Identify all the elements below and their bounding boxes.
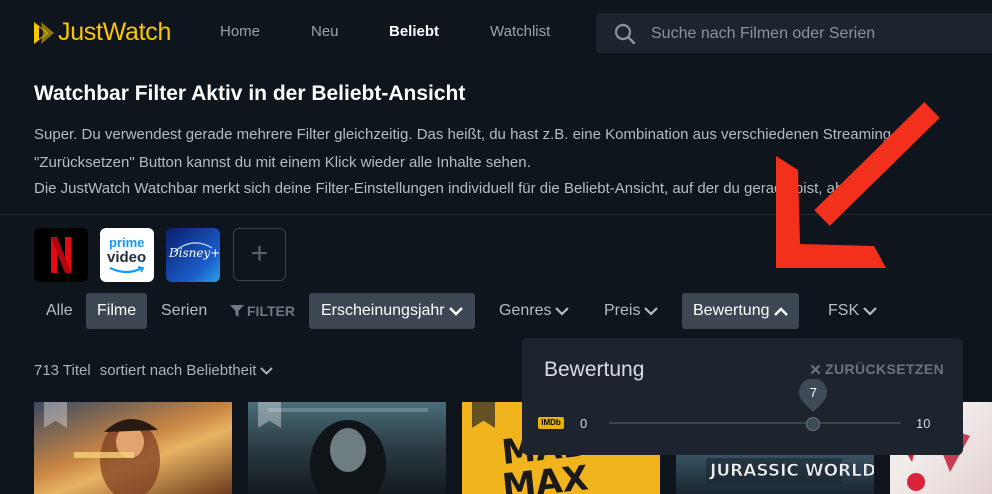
filter-label-text: FILTER xyxy=(247,303,295,319)
nav-watchlist[interactable]: Watchlist xyxy=(490,23,550,40)
type-alle[interactable]: Alle xyxy=(36,293,83,329)
funnel-icon xyxy=(230,305,244,317)
info-line-2: "Zurücksetzen" Button kannst du mit eine… xyxy=(34,154,531,171)
dropdown-preis-label: Preis xyxy=(604,302,641,319)
close-icon xyxy=(810,364,821,374)
section-divider xyxy=(0,214,992,215)
reset-button[interactable]: ZURÜCKSETZEN xyxy=(810,361,944,377)
prime-logo-line1: prime xyxy=(109,235,145,250)
nav-beliebt[interactable]: Beliebt xyxy=(389,23,439,40)
chevron-up-icon xyxy=(773,306,788,316)
type-filme[interactable]: Filme xyxy=(86,293,148,329)
rating-value: 7 xyxy=(809,385,817,400)
dropdown-bewertung[interactable]: Bewertung xyxy=(682,293,799,329)
sort-dropdown[interactable]: sortiert nach Beliebtheit xyxy=(100,362,257,379)
popover-caret xyxy=(522,338,963,455)
dropdown-genres[interactable]: Genres xyxy=(488,293,580,329)
justwatch-logo[interactable]: JustWatch xyxy=(34,18,171,47)
search-bar[interactable]: Suche nach Filmen oder Serien xyxy=(596,13,992,53)
logo-text: JustWatch xyxy=(58,18,172,46)
prime-logo-line2: video xyxy=(107,249,147,266)
chevron-down-icon xyxy=(555,306,570,316)
provider-disney-plus[interactable]: Disney+ xyxy=(166,228,220,282)
results-summary: 713 Titel sortiert nach Beliebtheit xyxy=(34,362,274,379)
top-header: JustWatch Home Neu Beliebt Watchlist Suc… xyxy=(0,0,992,66)
dropdown-preis[interactable]: Preis xyxy=(593,293,669,329)
type-serien[interactable]: Serien xyxy=(151,293,217,329)
reset-label: ZURÜCKSETZEN xyxy=(825,361,945,377)
disney-arc-icon xyxy=(173,242,213,253)
search-icon xyxy=(614,23,636,45)
rating-value-bubble: 7 xyxy=(798,378,828,413)
dropdown-genres-label: Genres xyxy=(499,302,552,319)
results-count: 713 Titel xyxy=(34,362,91,379)
dropdown-fsk[interactable]: FSK xyxy=(817,293,888,329)
filter-label: FILTER xyxy=(230,303,295,319)
justwatch-logo-icon xyxy=(34,21,54,44)
netflix-logo-icon xyxy=(51,237,71,273)
dropdown-erscheinungsjahr[interactable]: Erscheinungsjahr xyxy=(309,293,475,329)
dropdown-erscheinungsjahr-label: Erscheinungsjahr xyxy=(321,302,445,319)
slider-min-label: 0 xyxy=(580,416,588,431)
dropdown-fsk-label: FSK xyxy=(828,302,860,319)
rating-popover-title: Bewertung xyxy=(544,358,645,381)
poster-the-dark-knight[interactable] xyxy=(248,402,446,494)
add-provider-button[interactable]: + xyxy=(233,228,286,281)
chevron-down-icon xyxy=(644,306,659,316)
info-title: Watchbar Filter Aktiv in der Beliebt-Ans… xyxy=(34,82,466,105)
info-line-1: Super. Du verwendest gerade mehrere Filt… xyxy=(34,126,892,143)
nav-home[interactable]: Home xyxy=(220,23,260,40)
chevron-down-icon xyxy=(260,366,274,375)
chevron-down-icon xyxy=(863,306,877,316)
slider-max-label: 10 xyxy=(916,416,931,431)
dropdown-bewertung-label: Bewertung xyxy=(693,302,770,319)
poster-wonder-woman[interactable] xyxy=(34,402,232,494)
poster-title: JURASSIC WORLD xyxy=(709,461,874,481)
chevron-down-icon xyxy=(448,306,463,316)
imdb-logo: IMDb xyxy=(538,417,564,429)
provider-prime-video[interactable]: prime video xyxy=(100,228,154,282)
provider-netflix[interactable] xyxy=(34,228,88,282)
prime-smile-icon xyxy=(109,266,145,274)
plus-icon: + xyxy=(250,237,269,270)
nav-neu[interactable]: Neu xyxy=(311,23,339,40)
rating-slider-track[interactable] xyxy=(609,422,901,424)
search-input[interactable]: Suche nach Filmen oder Serien xyxy=(651,25,875,43)
